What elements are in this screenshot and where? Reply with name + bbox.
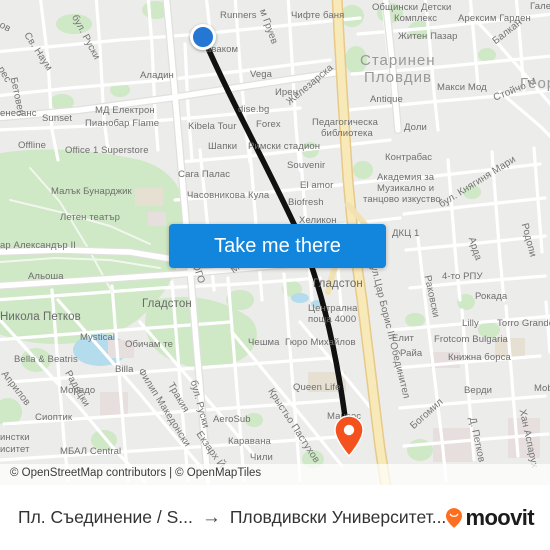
trip-summary: Пл. Съединение / S... → Пловдивски Униве… xyxy=(18,507,445,528)
map-area[interactable]: бул. Руски Св. Наум рес ов Runners м Груев Чиф… xyxy=(0,0,550,485)
attribution-separator: | xyxy=(169,467,173,480)
origin-pin[interactable] xyxy=(190,24,216,50)
moovit-trip-map-screen: бул. Руски Св. Наум рес ов Runners м Груев Чиф… xyxy=(0,0,550,550)
moovit-logo[interactable]: moovit xyxy=(445,504,535,530)
trip-origin-label: Пл. Съединение / S... xyxy=(18,507,193,527)
moovit-wordmark: moovit xyxy=(465,504,534,530)
map-attribution: © OpenStreetMap contributors | © OpenMapTi… xyxy=(0,464,550,485)
trip-destination-label: Пловдивски Университет... xyxy=(229,507,446,527)
attribution-osm[interactable]: © OpenStreetMap contributors xyxy=(10,467,166,479)
arrow-right-icon: → xyxy=(201,507,221,528)
attribution-maptiles[interactable]: © OpenMapTiles xyxy=(175,467,261,479)
moovit-pin-icon xyxy=(445,507,463,529)
destination-pin[interactable] xyxy=(333,415,365,458)
trip-footer: Пл. Съединение / S... → Пловдивски Униве… xyxy=(0,485,550,550)
take-me-there-button[interactable]: Take me there xyxy=(169,224,386,268)
